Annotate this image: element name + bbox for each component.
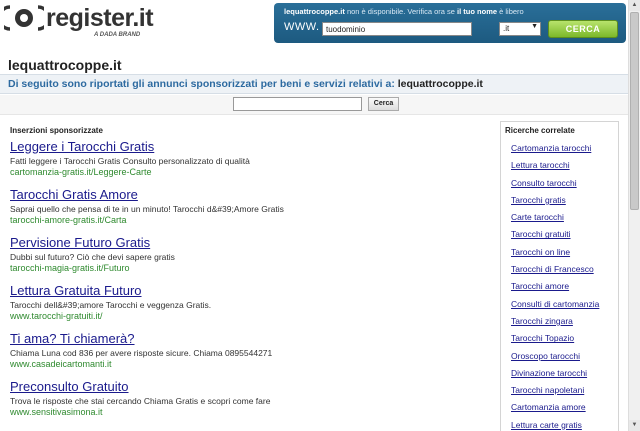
subtitle-domain: lequattrocoppe.it	[397, 78, 483, 90]
subtitle: Di seguito sono riportati gli annunci sp…	[8, 78, 483, 90]
chevron-down-icon: ▼	[531, 23, 538, 30]
related-link[interactable]: Cartomanzia amore	[501, 400, 618, 417]
related-link[interactable]: Consulti di cartomanzia	[501, 297, 618, 314]
scroll-down-icon[interactable]: ▼	[629, 420, 640, 431]
related-link[interactable]: Tarocchi napoletani	[501, 383, 618, 400]
ad-description: Dubbi sul futuro? Ciò che devi sapere gr…	[10, 252, 175, 262]
subtitle-bar: Di seguito sono riportati gli annunci sp…	[0, 74, 628, 94]
related-link[interactable]: Oroscopo tarocchi	[501, 349, 618, 366]
related-link[interactable]: Cartomanzia tarocchi	[501, 141, 618, 158]
register-logo[interactable]: register.it A DADA BRAND	[4, 2, 154, 42]
search-row: Cerca	[0, 95, 628, 115]
subtitle-text: Di seguito sono riportati gli annunci sp…	[8, 78, 395, 90]
logo-subtext: A DADA BRAND	[94, 32, 141, 38]
related-link[interactable]: Consulto tarocchi	[501, 176, 618, 193]
ad-description: Saprai quello che pensa di te in un minu…	[10, 204, 284, 214]
ad-title-link[interactable]: Leggere i Tarocchi Gratis	[10, 139, 490, 154]
related-link[interactable]: Tarocchi gratuiti	[501, 227, 618, 244]
ad-description: Tarocchi dell&#39;amore Tarocchi e vegge…	[10, 300, 212, 310]
related-link[interactable]: Tarocchi di Francesco	[501, 262, 618, 279]
www-label: WWW.	[284, 21, 320, 33]
ad-title-link[interactable]: Pervisione Futuro Gratis	[10, 235, 490, 250]
related-list: Cartomanzia tarocchi Lettura tarocchi Co…	[501, 141, 618, 431]
ad-url-link[interactable]: www.tarocchi-gratuiti.it/	[10, 311, 490, 321]
ad-item: Lettura Gratuita Futuro Tarocchi dell&#3…	[10, 283, 490, 321]
domain-search-button[interactable]: CERCA	[548, 20, 618, 38]
ad-url-link[interactable]: www.sensitivasimona.it	[10, 407, 490, 417]
ad-title-link[interactable]: Ti ama? Ti chiamerà?	[10, 331, 490, 346]
ad-description: Chiama Luna cod 836 per avere risposte s…	[10, 348, 273, 358]
related-link[interactable]: Tarocchi gratis	[501, 193, 618, 210]
ad-title-link[interactable]: Preconsulto Gratuito	[10, 379, 490, 394]
logo-text: register.it	[46, 4, 154, 32]
own-name-text: il tuo nome	[457, 7, 498, 16]
related-link[interactable]: Lettura carte gratis	[501, 418, 618, 431]
domain-name-input[interactable]	[322, 22, 472, 36]
search-input[interactable]	[233, 97, 362, 111]
ad-item: Ti ama? Ti chiamerà? Chiama Luna cod 836…	[10, 331, 490, 369]
scrollbar-thumb[interactable]	[630, 12, 639, 210]
tld-select[interactable]: .it ▼	[499, 22, 541, 36]
search-button[interactable]: Cerca	[368, 97, 399, 111]
not-available-text: non è disponibile. Verifica ora se	[346, 7, 455, 16]
ad-title-link[interactable]: Lettura Gratuita Futuro	[10, 283, 490, 298]
scroll-up-icon[interactable]: ▲	[629, 0, 640, 11]
free-text: è libero	[499, 7, 524, 16]
ad-title-link[interactable]: Tarocchi Gratis Amore	[10, 187, 490, 202]
ad-url-link[interactable]: tarocchi-amore-gratis.it/Carta	[10, 215, 490, 225]
domain-search-box: lequattrocoppe.it non è disponibile. Ver…	[274, 3, 626, 43]
header: register.it A DADA BRAND lequattrocoppe.…	[0, 0, 628, 48]
vertical-scrollbar[interactable]: ▲ ▼	[628, 0, 640, 431]
ad-item: Pervisione Futuro Gratis Dubbi sul futur…	[10, 235, 490, 273]
related-link[interactable]: Tarocchi amore	[501, 279, 618, 296]
ad-url-link[interactable]: www.casadeicartomanti.it	[10, 359, 490, 369]
domain-availability-message: lequattrocoppe.it non è disponibile. Ver…	[284, 7, 524, 16]
related-link[interactable]: Tarocchi Topazio	[501, 331, 618, 348]
ad-item: Preconsulto Gratuito Trova le risposte c…	[10, 379, 490, 417]
related-link[interactable]: Tarocchi zingara	[501, 314, 618, 331]
ad-item: Tarocchi Gratis Amore Saprai quello che …	[10, 187, 490, 225]
ad-description: Trova le risposte che stai cercando Chia…	[10, 396, 271, 406]
logo-mark-icon	[4, 5, 44, 31]
page-title: lequattrocoppe.it	[8, 57, 122, 73]
ad-description: Fatti leggere i Tarocchi Gratis Consulto…	[10, 156, 250, 166]
checked-domain: lequattrocoppe.it	[284, 7, 345, 16]
tld-value: .it	[503, 24, 510, 33]
related-link[interactable]: Carte tarocchi	[501, 210, 618, 227]
ad-item: Leggere i Tarocchi Gratis Fatti leggere …	[10, 139, 490, 177]
related-heading: Ricerche correlate	[505, 126, 575, 135]
related-link[interactable]: Divinazione tarocchi	[501, 366, 618, 383]
ad-url-link[interactable]: tarocchi-magia-gratis.it/Futuro	[10, 263, 490, 273]
ad-url-link[interactable]: cartomanzia-gratis.it/Leggere-Carte	[10, 167, 490, 177]
related-link[interactable]: Tarocchi on line	[501, 245, 618, 262]
related-searches-panel: Ricerche correlate Cartomanzia tarocchi …	[500, 121, 619, 431]
ads-heading: Inserzioni sponsorizzate	[10, 126, 103, 135]
related-link[interactable]: Lettura tarocchi	[501, 158, 618, 175]
